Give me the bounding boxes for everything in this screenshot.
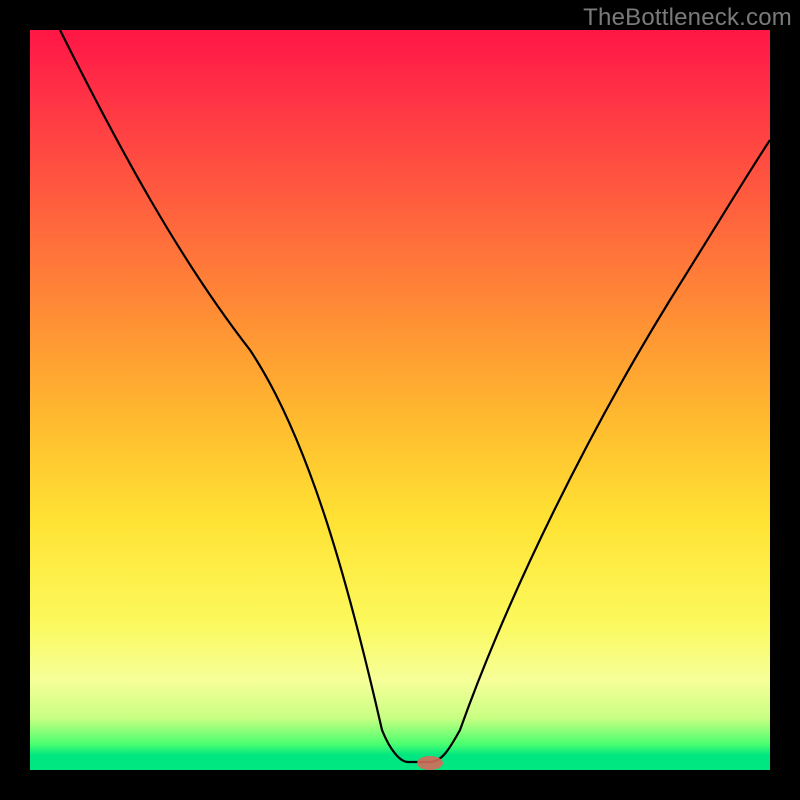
- watermark-text: TheBottleneck.com: [583, 4, 792, 32]
- bottleneck-curve: [60, 30, 770, 762]
- curve-svg: [30, 30, 770, 770]
- min-marker: [417, 756, 443, 770]
- plot-area: [30, 30, 770, 770]
- chart-root: TheBottleneck.com: [0, 0, 800, 800]
